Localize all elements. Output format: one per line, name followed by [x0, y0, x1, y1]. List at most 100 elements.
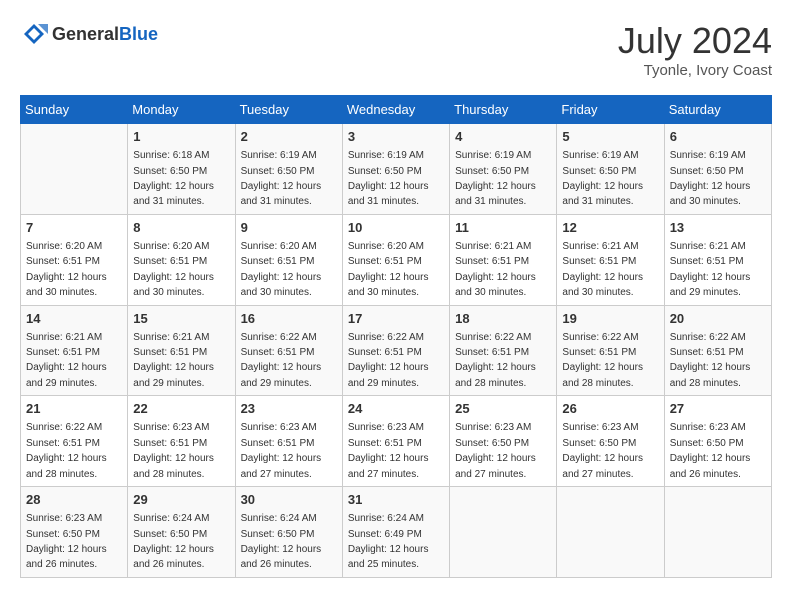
calendar-cell: 1 Sunrise: 6:18 AM Sunset: 6:50 PM Daylig… — [128, 124, 235, 215]
day-info: Sunrise: 6:22 AM Sunset: 6:51 PM Dayligh… — [26, 422, 107, 479]
calendar-cell: 13 Sunrise: 6:21 AM Sunset: 6:51 PM Dayli… — [664, 214, 771, 305]
calendar-cell: 18 Sunrise: 6:22 AM Sunset: 6:51 PM Dayli… — [450, 305, 557, 396]
day-number: 5 — [562, 128, 658, 146]
day-number: 2 — [241, 128, 337, 146]
day-info: Sunrise: 6:21 AM Sunset: 6:51 PM Dayligh… — [133, 332, 214, 389]
day-number: 23 — [241, 400, 337, 418]
day-info: Sunrise: 6:23 AM Sunset: 6:51 PM Dayligh… — [241, 422, 322, 479]
day-info: Sunrise: 6:22 AM Sunset: 6:51 PM Dayligh… — [348, 332, 429, 389]
calendar-cell: 16Sunrise: 6:22 AM Sunset: 6:51 PM Dayli… — [235, 305, 342, 396]
header-day-wednesday: Wednesday — [342, 96, 449, 124]
day-number: 30 — [241, 491, 337, 509]
day-info: Sunrise: 6:22 AM Sunset: 6:51 PM Dayligh… — [455, 332, 536, 389]
day-number: 22 — [133, 400, 229, 418]
month-year-title: July 2024 — [618, 20, 772, 62]
day-number: 25 — [455, 400, 551, 418]
calendar-cell: 2 Sunrise: 6:19 AM Sunset: 6:50 PM Daylig… — [235, 124, 342, 215]
calendar-week-row: 14 Sunrise: 6:21 AM Sunset: 6:51 PM Dayli… — [21, 305, 772, 396]
day-number: 18 — [455, 310, 551, 328]
day-info: Sunrise: 6:23 AM Sunset: 6:50 PM Dayligh… — [26, 513, 107, 570]
day-info: Sunrise: 6:18 AM Sunset: 6:50 PM Dayligh… — [133, 150, 214, 207]
day-info: Sunrise: 6:20 AM Sunset: 6:51 PM Dayligh… — [241, 241, 322, 298]
calendar-cell: 19 Sunrise: 6:22 AM Sunset: 6:51 PM Dayli… — [557, 305, 664, 396]
day-info: Sunrise: 6:19 AM Sunset: 6:50 PM Dayligh… — [670, 150, 751, 207]
day-info: Sunrise: 6:23 AM Sunset: 6:51 PM Dayligh… — [133, 422, 214, 479]
calendar-cell: 7 Sunrise: 6:20 AM Sunset: 6:51 PM Daylig… — [21, 214, 128, 305]
calendar-cell: 27 Sunrise: 6:23 AM Sunset: 6:50 PM Dayli… — [664, 396, 771, 487]
location-subtitle: Tyonle, Ivory Coast — [618, 62, 772, 79]
day-number: 31 — [348, 491, 444, 509]
header-day-friday: Friday — [557, 96, 664, 124]
day-info: Sunrise: 6:23 AM Sunset: 6:50 PM Dayligh… — [455, 422, 536, 479]
calendar-week-row: 1 Sunrise: 6:18 AM Sunset: 6:50 PM Daylig… — [21, 124, 772, 215]
calendar-week-row: 28Sunrise: 6:23 AM Sunset: 6:50 PM Dayli… — [21, 487, 772, 578]
day-info: Sunrise: 6:23 AM Sunset: 6:50 PM Dayligh… — [670, 422, 751, 479]
header-row: SundayMondayTuesdayWednesdayThursdayFrid… — [21, 96, 772, 124]
day-info: Sunrise: 6:20 AM Sunset: 6:51 PM Dayligh… — [133, 241, 214, 298]
calendar-cell: 14 Sunrise: 6:21 AM Sunset: 6:51 PM Dayli… — [21, 305, 128, 396]
calendar-cell: 28Sunrise: 6:23 AM Sunset: 6:50 PM Dayli… — [21, 487, 128, 578]
logo-general-text: General — [52, 24, 119, 44]
calendar-cell: 21Sunrise: 6:22 AM Sunset: 6:51 PM Dayli… — [21, 396, 128, 487]
day-info: Sunrise: 6:21 AM Sunset: 6:51 PM Dayligh… — [455, 241, 536, 298]
calendar-table: SundayMondayTuesdayWednesdayThursdayFrid… — [20, 95, 772, 578]
calendar-cell: 23 Sunrise: 6:23 AM Sunset: 6:51 PM Dayli… — [235, 396, 342, 487]
calendar-cell: 9Sunrise: 6:20 AM Sunset: 6:51 PM Daylig… — [235, 214, 342, 305]
calendar-cell — [21, 124, 128, 215]
day-number: 10 — [348, 219, 444, 237]
header-day-tuesday: Tuesday — [235, 96, 342, 124]
day-info: Sunrise: 6:21 AM Sunset: 6:51 PM Dayligh… — [562, 241, 643, 298]
calendar-cell: 12Sunrise: 6:21 AM Sunset: 6:51 PM Dayli… — [557, 214, 664, 305]
calendar-cell: 24 Sunrise: 6:23 AM Sunset: 6:51 PM Dayli… — [342, 396, 449, 487]
day-number: 13 — [670, 219, 766, 237]
day-info: Sunrise: 6:21 AM Sunset: 6:51 PM Dayligh… — [670, 241, 751, 298]
day-number: 4 — [455, 128, 551, 146]
calendar-cell — [557, 487, 664, 578]
calendar-body: 1 Sunrise: 6:18 AM Sunset: 6:50 PM Daylig… — [21, 124, 772, 578]
calendar-cell — [450, 487, 557, 578]
day-info: Sunrise: 6:24 AM Sunset: 6:50 PM Dayligh… — [241, 513, 322, 570]
calendar-cell — [664, 487, 771, 578]
calendar-cell: 6 Sunrise: 6:19 AM Sunset: 6:50 PM Daylig… — [664, 124, 771, 215]
day-info: Sunrise: 6:22 AM Sunset: 6:51 PM Dayligh… — [562, 332, 643, 389]
calendar-cell: 15 Sunrise: 6:21 AM Sunset: 6:51 PM Dayli… — [128, 305, 235, 396]
calendar-cell: 31 Sunrise: 6:24 AM Sunset: 6:49 PM Dayli… — [342, 487, 449, 578]
header-day-sunday: Sunday — [21, 96, 128, 124]
day-info: Sunrise: 6:21 AM Sunset: 6:51 PM Dayligh… — [26, 332, 107, 389]
calendar-cell: 3Sunrise: 6:19 AM Sunset: 6:50 PM Daylig… — [342, 124, 449, 215]
day-info: Sunrise: 6:24 AM Sunset: 6:49 PM Dayligh… — [348, 513, 429, 570]
day-number: 19 — [562, 310, 658, 328]
day-info: Sunrise: 6:20 AM Sunset: 6:51 PM Dayligh… — [348, 241, 429, 298]
day-info: Sunrise: 6:23 AM Sunset: 6:51 PM Dayligh… — [348, 422, 429, 479]
day-info: Sunrise: 6:19 AM Sunset: 6:50 PM Dayligh… — [241, 150, 322, 207]
day-number: 24 — [348, 400, 444, 418]
calendar-cell: 11 Sunrise: 6:21 AM Sunset: 6:51 PM Dayli… — [450, 214, 557, 305]
calendar-cell: 26 Sunrise: 6:23 AM Sunset: 6:50 PM Dayli… — [557, 396, 664, 487]
header-day-thursday: Thursday — [450, 96, 557, 124]
day-number: 15 — [133, 310, 229, 328]
title-block: July 2024 Tyonle, Ivory Coast — [618, 20, 772, 79]
calendar-cell: 17Sunrise: 6:22 AM Sunset: 6:51 PM Dayli… — [342, 305, 449, 396]
day-info: Sunrise: 6:19 AM Sunset: 6:50 PM Dayligh… — [562, 150, 643, 207]
day-info: Sunrise: 6:22 AM Sunset: 6:51 PM Dayligh… — [670, 332, 751, 389]
header-day-monday: Monday — [128, 96, 235, 124]
day-number: 27 — [670, 400, 766, 418]
logo-icon — [20, 20, 48, 48]
day-number: 11 — [455, 219, 551, 237]
day-number: 1 — [133, 128, 229, 146]
day-number: 14 — [26, 310, 122, 328]
calendar-week-row: 7 Sunrise: 6:20 AM Sunset: 6:51 PM Daylig… — [21, 214, 772, 305]
day-info: Sunrise: 6:23 AM Sunset: 6:50 PM Dayligh… — [562, 422, 643, 479]
header-day-saturday: Saturday — [664, 96, 771, 124]
calendar-cell: 5 Sunrise: 6:19 AM Sunset: 6:50 PM Daylig… — [557, 124, 664, 215]
day-info: Sunrise: 6:20 AM Sunset: 6:51 PM Dayligh… — [26, 241, 107, 298]
calendar-cell: 8Sunrise: 6:20 AM Sunset: 6:51 PM Daylig… — [128, 214, 235, 305]
calendar-cell: 25 Sunrise: 6:23 AM Sunset: 6:50 PM Dayli… — [450, 396, 557, 487]
day-number: 26 — [562, 400, 658, 418]
logo: GeneralBlue — [20, 20, 158, 48]
calendar-cell: 30 Sunrise: 6:24 AM Sunset: 6:50 PM Dayli… — [235, 487, 342, 578]
day-number: 7 — [26, 219, 122, 237]
day-info: Sunrise: 6:22 AM Sunset: 6:51 PM Dayligh… — [241, 332, 322, 389]
calendar-header: SundayMondayTuesdayWednesdayThursdayFrid… — [21, 96, 772, 124]
day-number: 6 — [670, 128, 766, 146]
